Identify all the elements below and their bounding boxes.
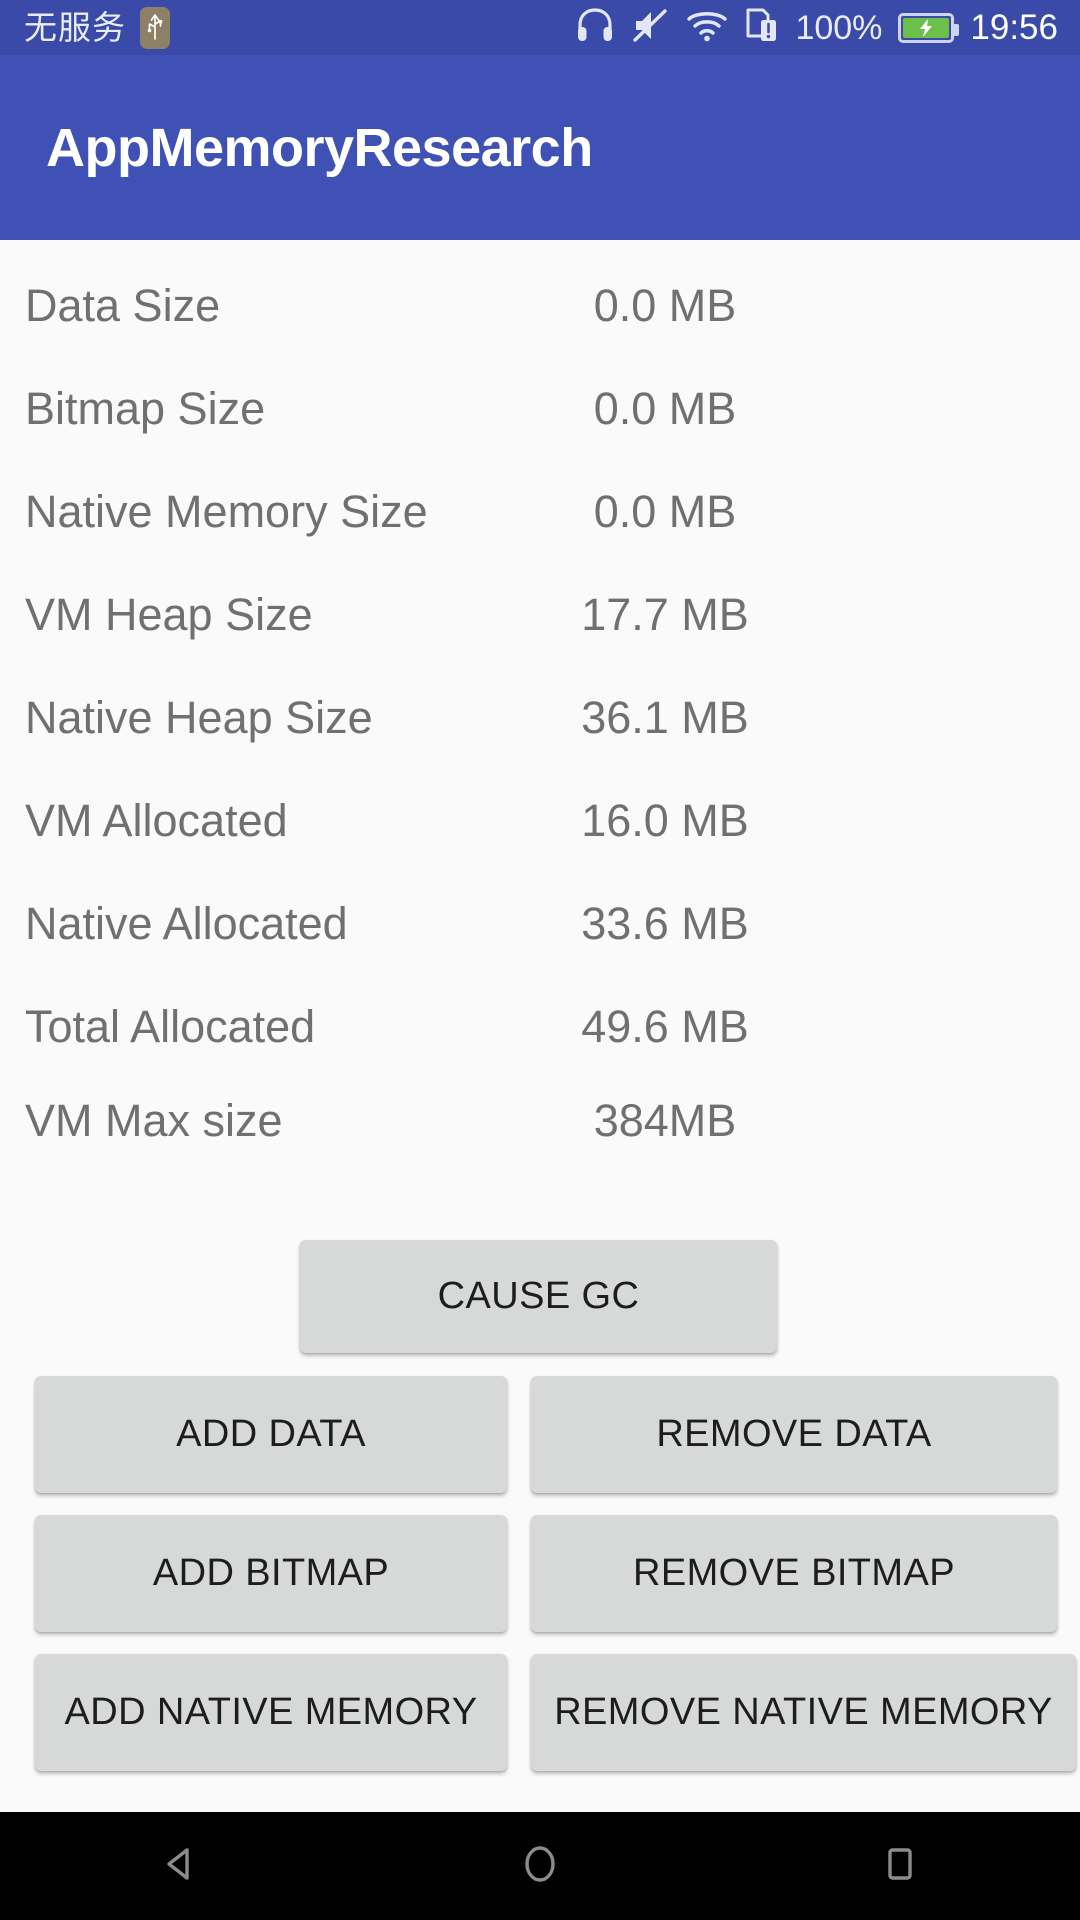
stat-label: Data Size: [25, 280, 221, 331]
remove-data-button[interactable]: REMOVE DATA: [531, 1376, 1057, 1493]
stat-row: Native Memory Size 0.0 MB: [0, 460, 1080, 563]
stat-value: 36.1 MB: [581, 692, 749, 743]
action-button-grid: ADD DATA REMOVE DATA ADD BITMAP REMOVE B…: [0, 1376, 1080, 1793]
content-area: Data Size 0.0 MB Bitmap Size 0.0 MB Nati…: [0, 240, 1080, 1812]
android-screen: 无服务 100% 19:56 AppMemoryResearch Data Si…: [0, 0, 1080, 1920]
add-native-memory-button[interactable]: ADD NATIVE MEMORY: [35, 1654, 507, 1771]
stat-value: 0.0 MB: [593, 280, 737, 331]
stat-label: Bitmap Size: [25, 383, 266, 434]
mute-icon: [631, 6, 669, 49]
stat-row: VM Heap Size 17.7 MB: [0, 563, 1080, 666]
add-data-button[interactable]: ADD DATA: [35, 1376, 507, 1493]
stat-row: VM Max size 384MB: [0, 1078, 1080, 1162]
remove-bitmap-button[interactable]: REMOVE BITMAP: [531, 1515, 1057, 1632]
stat-value: 0.0 MB: [593, 486, 737, 537]
back-triangle-icon: [156, 1840, 204, 1893]
stat-row: Native Allocated 33.6 MB: [0, 872, 1080, 975]
stat-row: Bitmap Size 0.0 MB: [0, 357, 1080, 460]
battery-charging-icon: [898, 12, 960, 43]
stat-label: Native Allocated: [25, 898, 348, 949]
stat-row: VM Allocated 16.0 MB: [0, 769, 1080, 872]
headphones-icon: [575, 6, 615, 49]
home-circle-icon: [516, 1840, 564, 1893]
remove-native-memory-button[interactable]: REMOVE NATIVE MEMORY: [531, 1654, 1076, 1771]
stat-label: VM Heap Size: [25, 589, 313, 640]
stat-label: Total Allocated: [25, 1001, 316, 1052]
status-bar: 无服务 100% 19:56: [0, 0, 1080, 55]
stat-value: 0.0 MB: [593, 383, 737, 434]
button-row: ADD NATIVE MEMORY REMOVE NATIVE MEMORY: [0, 1654, 1080, 1771]
navigation-bar: [0, 1812, 1080, 1920]
app-bar: AppMemoryResearch: [0, 55, 1080, 240]
stat-label: Native Heap Size: [25, 692, 373, 743]
memory-stats-list: Data Size 0.0 MB Bitmap Size 0.0 MB Nati…: [0, 240, 1080, 1162]
stat-label: Native Memory Size: [25, 486, 428, 537]
stat-value: 49.6 MB: [581, 1001, 749, 1052]
wifi-icon: [685, 7, 729, 48]
carrier-label: 无服务: [24, 9, 126, 46]
clock-label: 19:56: [970, 8, 1058, 47]
nav-back-button[interactable]: [80, 1812, 280, 1920]
stat-value: 33.6 MB: [581, 898, 749, 949]
usb-icon: [140, 6, 170, 49]
recents-square-icon: [876, 1840, 924, 1893]
cause-gc-button[interactable]: CAUSE GC: [300, 1240, 777, 1353]
stat-label: VM Max size: [25, 1094, 283, 1146]
status-bar-right: 100% 19:56: [575, 6, 1058, 49]
app-bar-title: AppMemoryResearch: [46, 117, 593, 178]
button-row: ADD DATA REMOVE DATA: [0, 1376, 1080, 1493]
stat-value: 16.0 MB: [581, 795, 749, 846]
add-bitmap-button[interactable]: ADD BITMAP: [35, 1515, 507, 1632]
stat-row: Data Size 0.0 MB: [0, 254, 1080, 357]
stat-label: VM Allocated: [25, 795, 288, 846]
stat-value: 384MB: [593, 1094, 737, 1146]
nav-recents-button[interactable]: [800, 1812, 1000, 1920]
dual-sim-alert-icon: [745, 6, 779, 49]
stat-row: Native Heap Size 36.1 MB: [0, 666, 1080, 769]
stat-row: Total Allocated 49.6 MB: [0, 975, 1080, 1078]
stat-value: 17.7 MB: [581, 589, 749, 640]
nav-home-button[interactable]: [440, 1812, 640, 1920]
button-row: ADD BITMAP REMOVE BITMAP: [0, 1515, 1080, 1632]
battery-percent-label: 100%: [795, 8, 883, 47]
status-bar-left: 无服务: [24, 6, 170, 49]
